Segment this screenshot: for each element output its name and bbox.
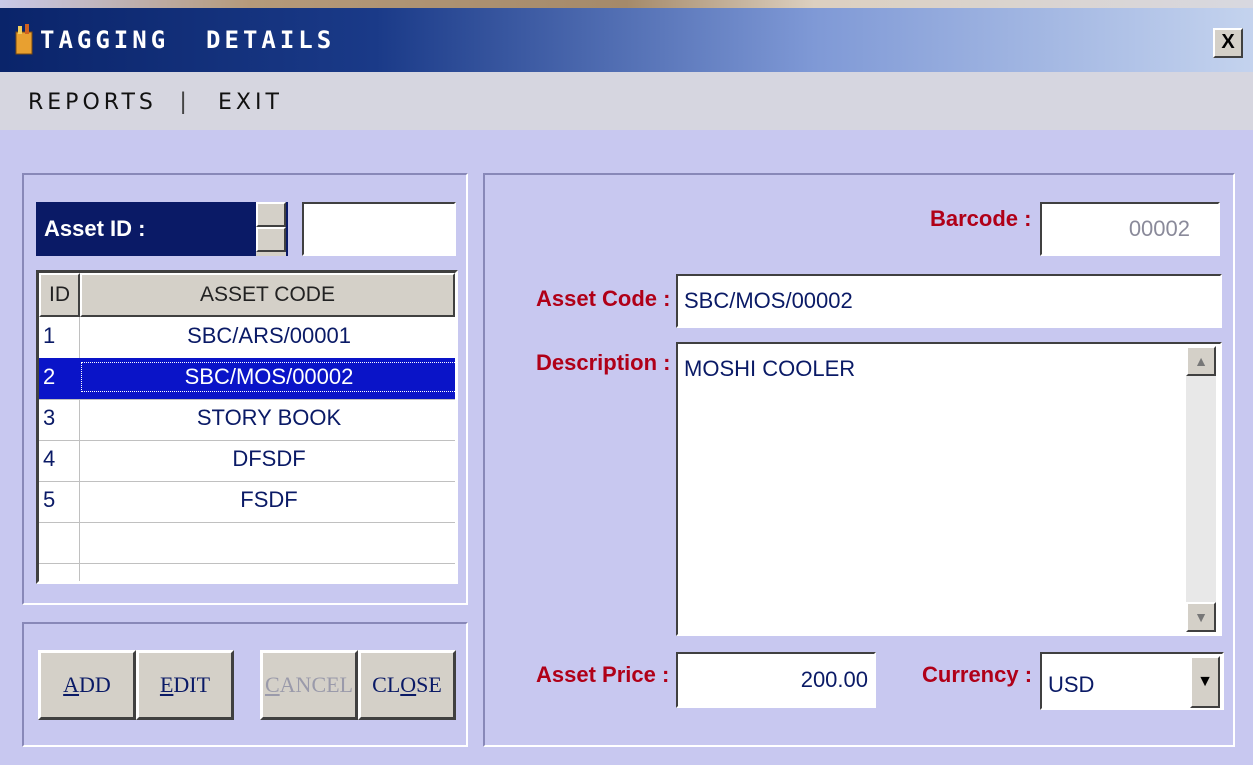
- cell-asset-code: SBC/MOS/00002: [81, 362, 455, 392]
- column-header-asset-code[interactable]: ASSET CODE: [80, 273, 455, 317]
- cancel-button[interactable]: CANCEL: [260, 650, 358, 720]
- currency-label: Currency :: [922, 662, 1033, 687]
- table-row[interactable]: 5 FSDF: [39, 481, 455, 523]
- cell-asset-code: FSDF: [240, 487, 298, 512]
- asset-price-label: Asset Price :: [536, 662, 670, 687]
- cell-divider: [79, 317, 80, 358]
- table-row[interactable]: 3 STORY BOOK: [39, 399, 455, 441]
- table-row[interactable]: 4 DFSDF: [39, 440, 455, 482]
- description-text: MOSHI COOLER: [684, 356, 856, 381]
- cell-divider: [79, 440, 80, 481]
- window-title: TAGGING DETAILS: [40, 26, 336, 54]
- close-label-end: SE: [416, 672, 442, 697]
- cell-divider: [79, 522, 80, 563]
- scroll-down-arrow-icon[interactable]: ▼: [1186, 602, 1216, 632]
- title-bar: TAGGING DETAILS X: [0, 0, 1253, 72]
- cell-asset-code: SBC/ARS/00001: [187, 323, 351, 348]
- add-mnemonic: A: [63, 672, 80, 697]
- asset-grid[interactable]: ID ASSET CODE 1 SBC/ARS/00001 2 SBC/MOS/…: [36, 270, 458, 584]
- menu-bar: REPORTS | EXIT: [0, 72, 1253, 130]
- edit-mnemonic: E: [159, 672, 174, 697]
- cell-asset-code: DFSDF: [232, 446, 306, 471]
- edit-button[interactable]: EDIT: [136, 650, 234, 720]
- cell-id: 3: [43, 405, 56, 430]
- cancel-label: ANCEL: [279, 672, 353, 697]
- background-strip: [0, 0, 1253, 8]
- grid-header: ID ASSET CODE: [39, 273, 455, 317]
- cell-id: 5: [43, 487, 56, 512]
- close-button[interactable]: CLOSE: [358, 650, 456, 720]
- menu-exit[interactable]: EXIT: [218, 90, 283, 115]
- dropdown-arrow-icon[interactable]: ▼: [1190, 656, 1220, 708]
- currency-value: USD: [1048, 672, 1095, 697]
- description-scrollbar[interactable]: ▲ ▼: [1186, 346, 1216, 632]
- asset-id-selector[interactable]: Asset ID :: [36, 202, 288, 256]
- scroll-up-arrow-icon[interactable]: ▲: [1186, 346, 1216, 376]
- table-row-empty[interactable]: [39, 522, 455, 564]
- barcode-label: Barcode :: [930, 206, 1032, 231]
- currency-select[interactable]: USD ▼: [1040, 652, 1224, 710]
- cancel-mnemonic: C: [264, 672, 280, 697]
- close-mnemonic: O: [400, 672, 417, 697]
- asset-code-label: Asset Code :: [536, 286, 671, 311]
- barcode-field[interactable]: 00002: [1040, 202, 1220, 256]
- asset-code-field[interactable]: SBC/MOS/00002: [676, 274, 1222, 328]
- cell-id: 4: [43, 446, 56, 471]
- asset-id-input[interactable]: [302, 202, 456, 256]
- spin-arrows-icon[interactable]: [256, 202, 286, 256]
- table-row[interactable]: 1 SBC/ARS/00001: [39, 317, 455, 359]
- app-icon: [15, 24, 33, 55]
- cell-id: 2: [43, 364, 56, 389]
- asset-price-field[interactable]: 200.00: [676, 652, 876, 708]
- cell-id: 1: [43, 323, 56, 348]
- cell-divider: [79, 399, 80, 440]
- edit-label: DIT: [173, 672, 211, 697]
- add-label: DD: [79, 672, 111, 697]
- menu-reports[interactable]: REPORTS: [28, 90, 157, 115]
- description-label: Description :: [536, 350, 671, 375]
- column-header-id[interactable]: ID: [39, 273, 80, 317]
- cell-divider: [79, 481, 80, 522]
- close-icon[interactable]: X: [1213, 28, 1243, 58]
- table-row-selected[interactable]: 2 SBC/MOS/00002: [39, 358, 455, 400]
- add-button[interactable]: ADD: [38, 650, 136, 720]
- menu-separator: |: [180, 88, 187, 115]
- close-label-start: CL: [372, 672, 401, 697]
- cell-asset-code: STORY BOOK: [196, 405, 342, 430]
- description-field[interactable]: MOSHI COOLER ▲ ▼: [676, 342, 1222, 636]
